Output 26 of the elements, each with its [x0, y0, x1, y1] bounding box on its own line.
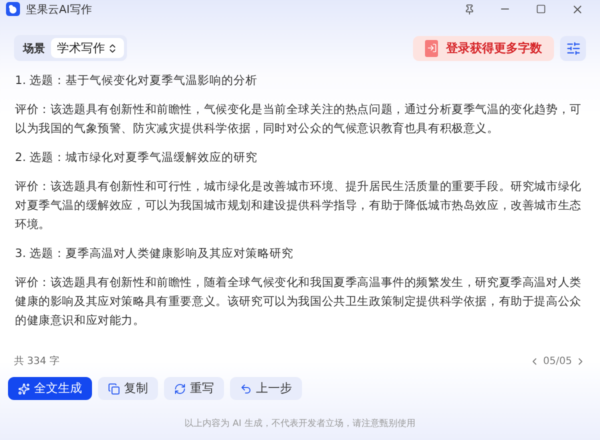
topic-title: 2. 选题：城市绿化对夏季气温缓解效应的研究	[15, 149, 259, 166]
sparkle-icon	[18, 382, 30, 394]
scene-label: 场景	[22, 40, 45, 56]
review-paragraph: 评价：该选题具有创新性和前瞻性，气候变化是当前全球关注的热点问题，通过分析夏季气温的变化趋势，可以为我国的气象预警、防灾减灾提供科学依据，同时对公众的气候意识教育也具有积极意义。	[15, 101, 582, 137]
action-button[interactable]: 复制	[98, 377, 158, 400]
page-indicator: 05/05	[543, 356, 572, 366]
action-button[interactable]: 上一步	[230, 377, 302, 400]
topic-title: 3. 选题：夏季高温对人类健康影响及其应对策略研究	[15, 245, 295, 262]
login-button[interactable]: 登录获得更多字数	[413, 36, 554, 60]
action-button[interactable]: 重写	[164, 377, 224, 400]
review-paragraph: 评价：该选题具有创新性和前瞻性，随着全球气候变化和我国夏季高温事件的频繁发生，研究夏季高温对人类健康的影响及其应对策略具有重要意义。该研究可以为我国公共卫生政策制定提供科学依据，有助于提高公众的健康意识和应对能力。	[15, 274, 582, 329]
app-logo-icon	[6, 2, 20, 16]
settings-button[interactable]	[560, 36, 586, 60]
sliders-icon	[566, 40, 580, 56]
disclaimer-text: 以上内容为 AI 生成，不代表开发者立场，请注意甄别使用	[184, 418, 416, 431]
undo-icon	[240, 382, 252, 394]
scene-dropdown[interactable]: 学术写作	[51, 38, 124, 58]
topic-title: 1. 选题：基于气候变化对夏季气温影响的分析	[15, 72, 259, 89]
copy-icon	[108, 382, 120, 394]
generate-button[interactable]: 全文生成	[8, 377, 92, 400]
window-title: 坚果云AI写作	[26, 2, 93, 16]
login-icon	[425, 40, 438, 56]
word-count: 共 334 字	[14, 354, 60, 368]
updown-chevron-icon	[107, 42, 118, 54]
review-paragraph: 评价：该选题具有创新性和可行性，城市绿化是改善城市环境、提升居民生活质量的重要手段。研究城市绿化对夏季气温的缓解效应，可以为我国城市规划和建设提供科学指导，有助于降低城市热岛效应，改善城市生态环境。	[15, 178, 582, 233]
refresh-icon	[174, 382, 186, 394]
